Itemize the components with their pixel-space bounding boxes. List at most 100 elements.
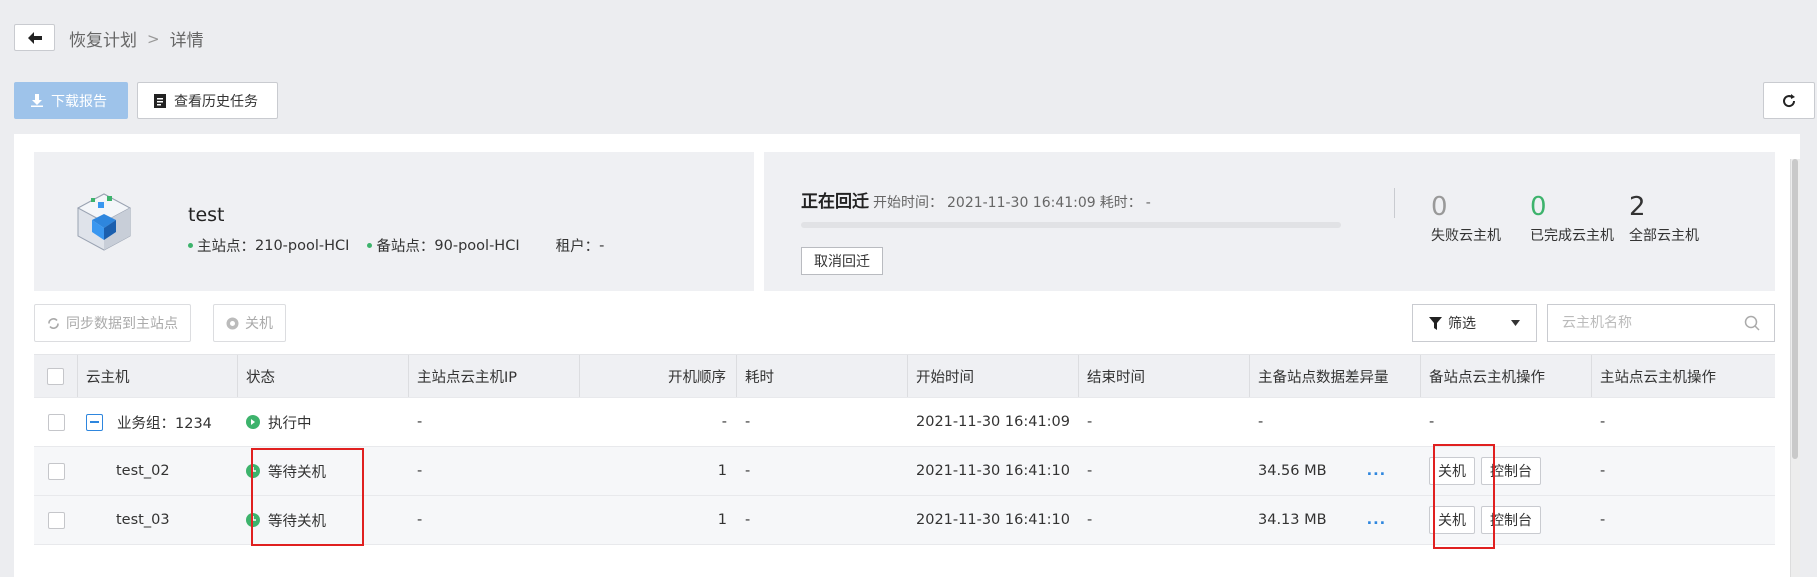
sync-to-primary-label: 同步数据到主站点 (66, 316, 178, 332)
group-primary-ops: - (1600, 414, 1606, 430)
shutdown-label: 关机 (245, 316, 273, 332)
virtual-machine-icon (76, 193, 132, 251)
filter-icon (1429, 316, 1442, 330)
collapse-group-icon[interactable] (86, 413, 103, 431)
col-status: 状态 (238, 355, 409, 397)
status-highlight-box (251, 448, 364, 546)
power-icon (226, 317, 239, 329)
backup-site-label: 备站点： (376, 239, 435, 255)
breadcrumb-separator: > (147, 29, 160, 48)
row-checkbox[interactable] (47, 413, 65, 431)
sync-to-primary-button[interactable]: 同步数据到主站点 (34, 304, 191, 342)
task-status-title: 正在回迁 (801, 192, 869, 212)
vm-start: 2021-11-30 16:41:10 (916, 512, 1070, 528)
row-checkbox[interactable] (47, 511, 65, 529)
vm-primary-ops: - (1600, 463, 1606, 479)
table-header: 云主机 状态 主站点云主机IP 开机顺序 耗时 开始时间 结束时间 主备站点数据… (34, 355, 1775, 398)
group-diff: - (1258, 414, 1264, 430)
back-button[interactable] (14, 24, 55, 51)
vm-order: 1 (717, 512, 727, 528)
tenant-value: - (599, 237, 605, 254)
stat-completed-value: 0 (1530, 192, 1547, 222)
tenant-label: 租户： (555, 239, 600, 255)
col-elapsed: 耗时 (737, 355, 908, 397)
stat-completed-label: 已完成云主机 (1530, 228, 1614, 244)
vm-end: - (1087, 512, 1093, 528)
primary-site-label: 主站点： (197, 239, 255, 255)
col-backup-ops: 备站点云主机操作 (1421, 355, 1592, 397)
row-checkbox[interactable] (47, 462, 65, 480)
vm-end: - (1087, 463, 1093, 479)
vm-primary-ops: - (1600, 512, 1606, 528)
vm-ip: - (417, 512, 423, 528)
stat-failed-value: 0 (1431, 192, 1448, 222)
col-data-diff: 主备站点数据差异量 (1250, 355, 1421, 397)
group-status: 执行中 (268, 415, 312, 432)
vm-search-box (1547, 304, 1775, 342)
group-end: - (1087, 414, 1093, 430)
stat-total-label: 全部云主机 (1629, 228, 1699, 244)
running-status-icon (246, 415, 260, 429)
stat-failed-label: 失败云主机 (1431, 228, 1501, 244)
stats-divider (1394, 188, 1395, 218)
caret-down-icon (1511, 320, 1520, 326)
view-history-button[interactable]: 查看历史任务 (137, 82, 278, 119)
vm-diff: 34.13 MB (1258, 512, 1327, 528)
breadcrumb-current: 详情 (169, 31, 204, 51)
detail-panel: test 主站点： 210-pool-HCI 备站点： 90-pool-HCI … (14, 134, 1800, 577)
vm-name: test (188, 204, 225, 226)
vm-info-card: test 主站点： 210-pool-HCI 备站点： 90-pool-HCI … (34, 152, 754, 291)
stat-total-value: 2 (1629, 192, 1646, 222)
group-start: 2021-11-30 16:41:09 (916, 414, 1070, 430)
vm-start: 2021-11-30 16:41:10 (916, 463, 1070, 479)
download-icon (31, 94, 43, 107)
cancel-migration-button[interactable]: 取消回迁 (801, 247, 883, 275)
more-icon[interactable]: ... (1367, 512, 1387, 528)
vm-elapsed: - (745, 512, 751, 528)
more-icon[interactable]: ... (1367, 463, 1387, 479)
task-progress-bar (801, 222, 1341, 228)
vm-ip: - (417, 463, 423, 479)
vm-order: 1 (717, 463, 727, 479)
vm-meta: 主站点： 210-pool-HCI 备站点： 90-pool-HCI 租户： - (188, 235, 604, 256)
shutdown-highlight-box (1433, 444, 1495, 549)
col-primary-ip: 主站点云主机IP (409, 355, 580, 397)
task-start-time: 2021-11-30 16:41:09 (947, 195, 1096, 211)
filter-dropdown[interactable]: 筛选 (1412, 304, 1537, 342)
scrollbar-thumb[interactable] (1792, 159, 1798, 459)
col-end-time: 结束时间 (1079, 355, 1250, 397)
primary-site-value: 210-pool-HCI (255, 237, 350, 254)
col-vm: 云主机 (78, 355, 238, 397)
col-primary-ops: 主站点云主机操作 (1600, 369, 1716, 386)
backup-site-dot-icon (367, 243, 373, 248)
backup-site-value: 90-pool-HCI (434, 237, 520, 254)
group-elapsed: - (745, 414, 751, 430)
task-status-card: 正在回迁 开始时间： 2021-11-30 16:41:09 耗时： - 取消回… (764, 152, 1775, 291)
vm-name-cell: test_02 (116, 463, 170, 479)
search-icon[interactable] (1744, 315, 1760, 331)
col-boot-order: 开机顺序 (580, 355, 737, 397)
stat-completed: 0 已完成云主机 (1530, 194, 1614, 245)
vm-elapsed: - (745, 463, 751, 479)
group-name: 业务组：1234 (117, 415, 212, 432)
download-report-label: 下载报告 (51, 93, 107, 110)
shutdown-button[interactable]: 关机 (213, 304, 286, 342)
select-all-checkbox[interactable] (47, 367, 64, 385)
group-backup-ops: - (1429, 414, 1435, 430)
scrollbar[interactable] (1790, 159, 1800, 577)
vm-search-input[interactable] (1562, 315, 1744, 331)
breadcrumb: 恢复计划 > 详情 (69, 26, 204, 52)
refresh-button[interactable] (1763, 82, 1815, 119)
refresh-icon (1783, 93, 1796, 107)
view-history-label: 查看历史任务 (174, 93, 258, 110)
vm-name-cell: test_03 (116, 512, 170, 528)
filter-label: 筛选 (1448, 316, 1476, 332)
download-report-button[interactable]: 下载报告 (14, 82, 128, 119)
task-elapsed-label: 耗时： (1099, 195, 1142, 211)
task-status-heading: 正在回迁 开始时间： 2021-11-30 16:41:09 耗时： - (801, 187, 1151, 212)
document-icon (154, 93, 166, 108)
sync-icon (48, 317, 59, 329)
arrow-left-icon (27, 31, 42, 44)
breadcrumb-parent[interactable]: 恢复计划 (69, 26, 137, 51)
group-ip: - (417, 414, 423, 430)
